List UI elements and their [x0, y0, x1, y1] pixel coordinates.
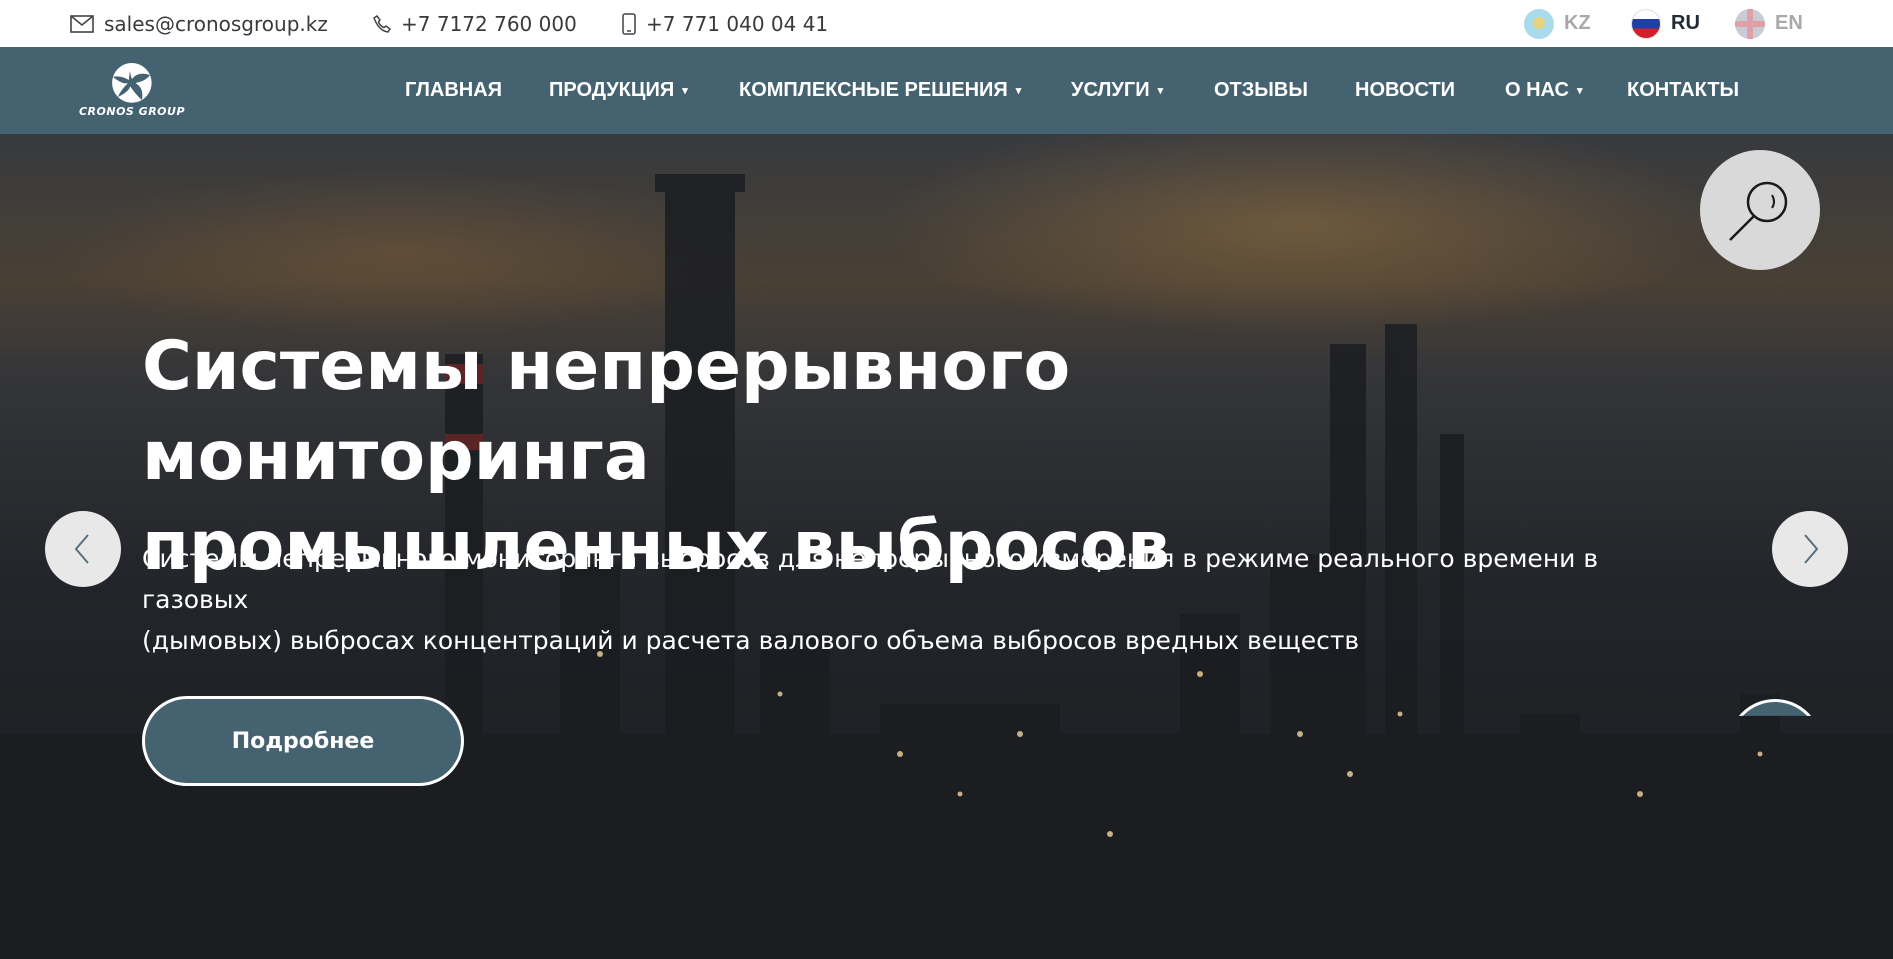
search-icon [1729, 181, 1788, 241]
caret-down-icon: ▾ [682, 85, 688, 97]
nav-about-label: О НАС [1505, 79, 1569, 101]
slider-prev-button[interactable] [45, 511, 121, 587]
nav-news[interactable]: НОВОСТИ [1355, 47, 1455, 134]
nav-products[interactable]: ПРОДУКЦИЯ ▾ [549, 47, 688, 134]
lang-kz[interactable]: KZ [1524, 0, 1591, 47]
nav-services-label: УСЛУГИ [1071, 79, 1150, 101]
search-button[interactable] [1700, 150, 1820, 270]
nav-contacts-label: КОНТАКТЫ [1627, 79, 1740, 101]
kz-flag-icon [1524, 8, 1554, 39]
lang-ru[interactable]: RU [1631, 0, 1700, 47]
logo-text: CRONOS GROUP [78, 105, 186, 118]
mobile-phone-icon [622, 12, 636, 35]
nav-contacts[interactable]: КОНТАКТЫ [1627, 47, 1739, 134]
chevron-right-icon [1804, 534, 1819, 564]
nav-products-label: ПРОДУКЦИЯ [549, 79, 675, 101]
main-navigation: CRONOS GROUP ГЛАВНАЯ ПРОДУКЦИЯ ▾ КОМПЛЕКС… [0, 47, 1893, 134]
chevron-left-icon [74, 534, 89, 564]
slider-next-button[interactable] [1772, 511, 1848, 587]
lang-en-label: EN [1775, 12, 1803, 34]
more-button[interactable]: Подробнее [142, 696, 464, 786]
nav-about[interactable]: О НАС ▾ [1505, 47, 1582, 134]
nav-news-label: НОВОСТИ [1355, 79, 1456, 101]
nav-solutions[interactable]: КОМПЛЕКСНЫЕ РЕШЕНИЯ ▾ [739, 47, 1021, 134]
mobile-text: +7 771 040 04 41 [646, 11, 829, 36]
hero-subtitle-line: Системы непрерывного мониторинга выбросо… [142, 544, 1599, 614]
logo[interactable]: CRONOS GROUP [68, 59, 196, 123]
phone-link[interactable]: +7 7172 760 000 [373, 0, 577, 47]
hero-slider: Системы непрерывного мониторинга промышл… [0, 134, 1893, 959]
top-contact-bar: sales@cronosgroup.kz +7 7172 760 000 +7 … [0, 0, 1893, 47]
cronos-swirl-logo-icon [112, 63, 152, 103]
nav-home[interactable]: ГЛАВНАЯ [405, 47, 502, 134]
hero-subtitle: Системы непрерывного мониторинга выбросо… [142, 538, 1682, 661]
ru-flag-icon [1631, 8, 1661, 39]
nav-reviews[interactable]: ОТЗЫВЫ [1214, 47, 1308, 134]
nav-services[interactable]: УСЛУГИ ▾ [1071, 47, 1163, 134]
email-text: sales@cronosgroup.kz [104, 11, 328, 36]
phone-text: +7 7172 760 000 [401, 11, 577, 36]
phone-icon [373, 14, 391, 33]
lang-kz-label: KZ [1564, 12, 1591, 34]
lang-ru-label: RU [1671, 12, 1700, 34]
email-link[interactable]: sales@cronosgroup.kz [70, 0, 328, 47]
nav-reviews-label: ОТЗЫВЫ [1214, 79, 1308, 101]
nav-solutions-label: КОМПЛЕКСНЫЕ РЕШЕНИЯ [739, 79, 1008, 101]
hero-subtitle-line: (дымовых) выбросах концентраций и расчет… [142, 626, 1360, 655]
lang-en[interactable]: EN [1735, 0, 1803, 47]
mobile-link[interactable]: +7 771 040 04 41 [622, 0, 828, 47]
hero-title-line: Системы непрерывного мониторинга [142, 327, 1071, 496]
caret-down-icon: ▾ [1576, 85, 1583, 97]
envelope-icon [70, 14, 94, 33]
caret-down-icon: ▾ [1157, 85, 1164, 97]
uk-flag-icon [1735, 8, 1765, 39]
nav-home-label: ГЛАВНАЯ [405, 79, 503, 101]
caret-down-icon: ▾ [1015, 85, 1022, 97]
